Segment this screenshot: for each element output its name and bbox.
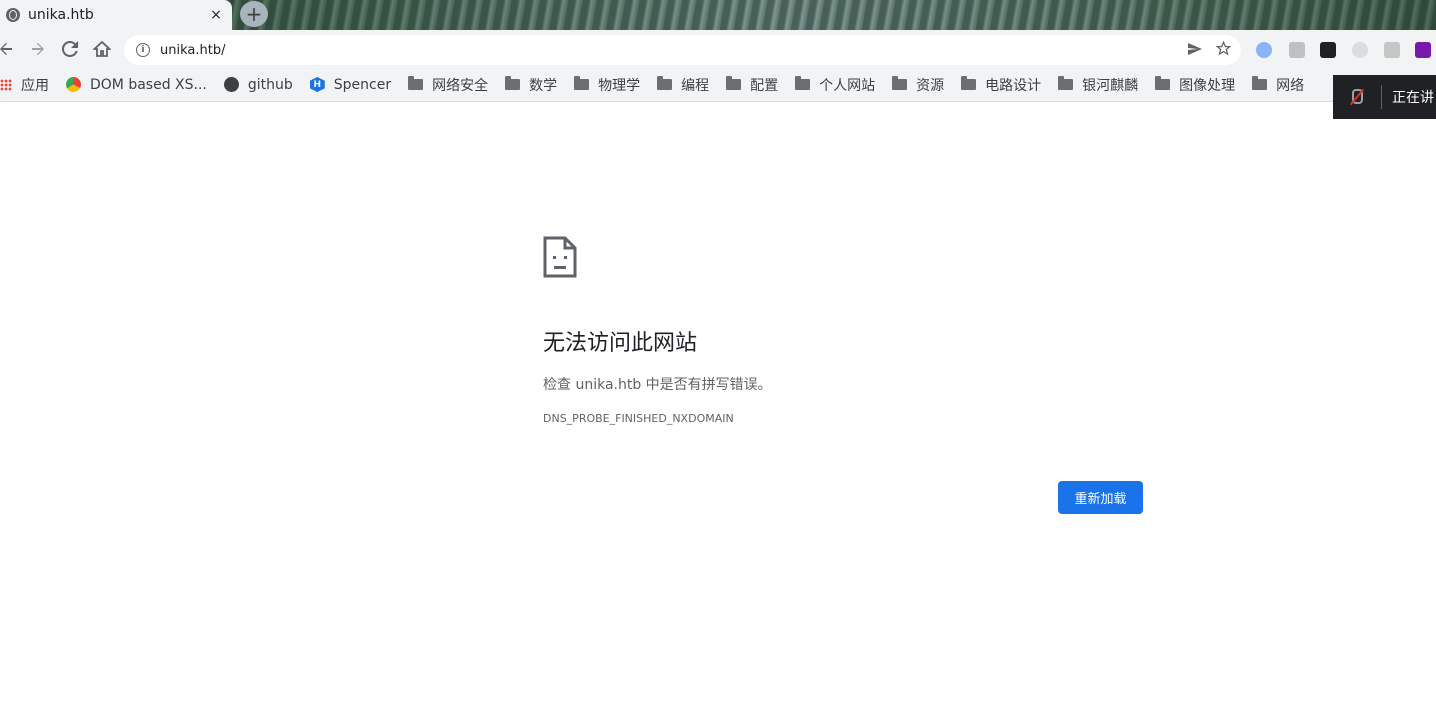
toolbar: i unika.htb/ bbox=[0, 30, 1436, 68]
home-icon[interactable] bbox=[92, 39, 112, 59]
bookmark-apps[interactable]: 应用 bbox=[0, 75, 49, 95]
folder-icon bbox=[574, 76, 590, 90]
folder-icon bbox=[505, 76, 521, 90]
apps-icon bbox=[0, 78, 12, 91]
bookmark-folder[interactable]: 编程 bbox=[657, 75, 709, 95]
extension-shield-icon[interactable] bbox=[1289, 42, 1305, 58]
onenote-icon[interactable] bbox=[1415, 42, 1431, 58]
muted-mic-icon[interactable] bbox=[1347, 88, 1365, 106]
bookmark-folder[interactable]: 网络 bbox=[1252, 75, 1304, 95]
folder-icon bbox=[1155, 76, 1171, 90]
reload-icon[interactable] bbox=[60, 39, 80, 59]
bookmark-folder[interactable]: 银河麒麟 bbox=[1058, 75, 1138, 95]
tab-strip: unika.htb × + bbox=[0, 0, 1436, 30]
bookmark-label: 编程 bbox=[681, 77, 710, 94]
folder-icon bbox=[892, 76, 908, 90]
bookmark-folder[interactable]: 个人网站 bbox=[795, 75, 875, 95]
bookmark-folder[interactable]: 图像处理 bbox=[1155, 75, 1235, 95]
bookmark-dom-xss[interactable]: DOM based XS... bbox=[66, 77, 207, 93]
bookmarks-bar: 应用 DOM based XS... github H Spencer 网络安全… bbox=[0, 68, 1436, 102]
folder-icon bbox=[657, 76, 673, 90]
bookmark-label: github bbox=[247, 76, 293, 93]
bookmark-folder[interactable]: 网络安全 bbox=[408, 75, 488, 95]
extension-gear-icon[interactable] bbox=[1352, 42, 1368, 58]
bookmark-folder[interactable]: 资源 bbox=[892, 75, 944, 95]
sad-page-icon bbox=[543, 236, 577, 282]
extension-terminal-icon[interactable] bbox=[1320, 42, 1336, 58]
close-tab-icon[interactable]: × bbox=[208, 7, 224, 23]
bookmark-label: 个人网站 bbox=[819, 77, 876, 94]
divider bbox=[1381, 85, 1382, 109]
address-bar[interactable]: i unika.htb/ bbox=[124, 35, 1241, 65]
browser-window: unika.htb × + i unika.htb/ 应用 DOM based … bbox=[0, 0, 1436, 702]
bookmark-label: 配置 bbox=[750, 77, 779, 94]
folder-icon bbox=[726, 76, 742, 90]
bookmark-label: 网络 bbox=[1276, 77, 1305, 94]
bookmark-star-icon[interactable] bbox=[1215, 40, 1232, 60]
bookmark-label: 物理学 bbox=[598, 77, 641, 94]
url-text[interactable]: unika.htb/ bbox=[160, 43, 1188, 58]
error-description: 检查 unika.htb 中是否有拼写错误。 bbox=[543, 377, 772, 393]
error-page: 无法访问此网站 检查 unika.htb 中是否有拼写错误。 DNS_PROBE… bbox=[0, 103, 1436, 702]
tab-active[interactable]: unika.htb × bbox=[0, 0, 232, 30]
globe-icon bbox=[6, 8, 20, 22]
bookmark-folder[interactable]: 电路设计 bbox=[961, 75, 1041, 95]
presenting-indicator[interactable]: 正在讲 bbox=[1333, 75, 1436, 119]
bookmark-label: 银河麒麟 bbox=[1082, 77, 1139, 94]
hexagon-h-icon: H bbox=[309, 77, 325, 92]
bookmark-label: DOM based XS... bbox=[90, 76, 207, 93]
folder-icon bbox=[1058, 76, 1074, 90]
extension-mail-icon[interactable] bbox=[1384, 42, 1400, 58]
extension-badge-icon[interactable] bbox=[1256, 42, 1272, 58]
forward-arrow-icon[interactable] bbox=[28, 39, 48, 59]
error-title: 无法访问此网站 bbox=[543, 331, 698, 356]
bookmark-favicon-icon bbox=[66, 77, 81, 92]
bookmark-github[interactable]: github bbox=[223, 76, 293, 93]
folder-icon bbox=[795, 76, 811, 90]
back-arrow-icon[interactable] bbox=[0, 39, 16, 59]
bookmark-label: 资源 bbox=[916, 77, 945, 94]
reload-button[interactable]: 重新加载 bbox=[1058, 481, 1143, 514]
bookmark-label: 应用 bbox=[21, 77, 49, 94]
info-icon[interactable]: i bbox=[136, 43, 150, 57]
bookmark-label: 数学 bbox=[529, 77, 558, 94]
bookmark-spencer[interactable]: H Spencer bbox=[309, 76, 392, 93]
bookmark-label: 图像处理 bbox=[1179, 77, 1236, 94]
bookmark-folder[interactable]: 物理学 bbox=[574, 75, 640, 95]
new-tab-button[interactable]: + bbox=[240, 1, 268, 27]
bookmark-label: 电路设计 bbox=[985, 77, 1042, 94]
send-icon[interactable] bbox=[1188, 41, 1202, 59]
bookmark-folder[interactable]: 配置 bbox=[726, 75, 778, 95]
presenting-label: 正在讲 bbox=[1392, 90, 1434, 106]
bookmark-label: 网络安全 bbox=[432, 77, 489, 94]
tab-title: unika.htb bbox=[28, 7, 94, 23]
bookmark-folder[interactable]: 数学 bbox=[505, 75, 557, 95]
folder-icon bbox=[961, 76, 977, 90]
github-icon bbox=[223, 77, 239, 92]
folder-icon bbox=[1252, 76, 1268, 90]
bookmark-label: Spencer bbox=[333, 76, 392, 93]
folder-icon bbox=[408, 76, 424, 90]
error-code: DNS_PROBE_FINISHED_NXDOMAIN bbox=[543, 412, 734, 425]
